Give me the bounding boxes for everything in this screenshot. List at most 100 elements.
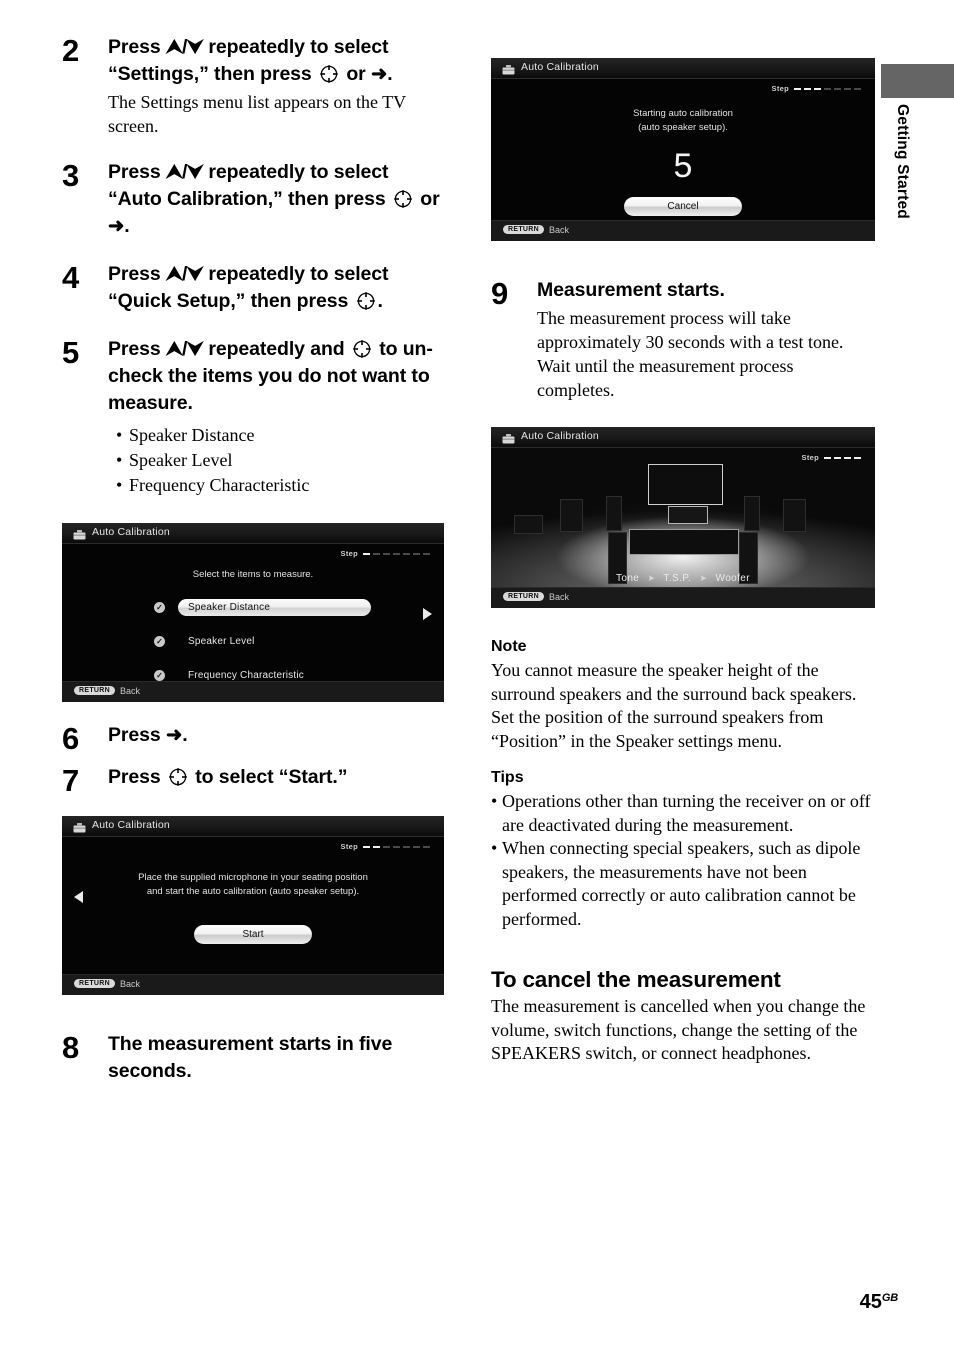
toolbox-icon [73, 527, 86, 540]
return-key-label: Back [120, 979, 141, 989]
screen-message-line1: Starting auto calibration [633, 108, 733, 119]
step-6-number: 6 [62, 721, 79, 756]
return-key-badge[interactable]: RETURN [74, 686, 115, 695]
step-7-text-c: to select “Start.” [189, 766, 348, 788]
illustration-speaker-back-left [560, 499, 584, 533]
back-arrow-icon[interactable] [74, 891, 83, 903]
screen-message: Place the supplied microphone in your se… [62, 871, 444, 899]
step-progress-indicator: Step [341, 549, 430, 558]
step-8-body: The measurement starts in five seconds. [108, 1031, 444, 1085]
screen-start-calibration: Auto Calibration Step Place the supplied… [62, 816, 444, 995]
illustration-receiver [667, 506, 709, 524]
toolbox-icon [502, 431, 515, 444]
note-heading: Note [491, 638, 527, 655]
screen-titlebar: Auto Calibration [62, 816, 444, 837]
list-item: Operations other than turning the receiv… [491, 790, 875, 837]
note-body: You cannot measure the speaker height of… [491, 660, 857, 751]
step-6-text-d: . [182, 724, 188, 746]
step-7-title: Press to select “Start.” [108, 764, 444, 791]
check-icon[interactable]: ✓ [154, 636, 165, 647]
screen-title: Auto Calibration [92, 526, 170, 538]
screen-title: Auto Calibration [92, 819, 170, 831]
screen-message-line1: Place the supplied microphone in your se… [138, 872, 368, 883]
left-column: 2 Press ⮝/⮟ repeatedly to select “Settin… [62, 34, 444, 1090]
tone-step-1: Tone [615, 573, 640, 584]
screen-message: Starting auto calibration (auto speaker … [491, 107, 875, 135]
step-5-title: Press ⮝/⮟ repeatedly and to un-check the… [108, 336, 444, 417]
updown-arrows-icon: ⮝/⮟ [165, 338, 204, 360]
return-key-label: Back [549, 592, 570, 602]
sequence-arrow-icon: ➤ [647, 573, 656, 583]
right-column: Auto Calibration Step Starting auto cali… [491, 58, 875, 1066]
option-speaker-level[interactable]: ✓ Speaker Level [154, 630, 444, 654]
step-3-body: Press ⮝/⮟ repeatedly to select “Auto Cal… [108, 159, 444, 240]
list-item: Frequency Characteristic [116, 473, 444, 498]
illustration-speaker-surr-right [744, 496, 761, 531]
step-2-text-a: Press [108, 36, 166, 58]
updown-arrows-icon: ⮝/⮟ [165, 263, 204, 285]
check-icon[interactable]: ✓ [154, 602, 165, 613]
toolbox-icon [502, 62, 515, 75]
tone-step-2: T.S.P. [663, 573, 692, 584]
cancel-button[interactable]: Cancel [624, 197, 742, 216]
return-key-badge[interactable]: RETURN [74, 979, 115, 988]
updown-arrows-icon: ⮝/⮟ [165, 161, 204, 183]
tips-heading: Tips [491, 769, 524, 786]
screen-footer: RETURN Back [62, 974, 444, 995]
step-progress-label: Step [801, 453, 819, 462]
step-4-number: 4 [62, 260, 79, 295]
return-key-badge[interactable]: RETURN [503, 225, 544, 234]
step-7-number: 7 [62, 763, 79, 798]
step-4: 4 Press ⮝/⮟ repeatedly to select “Quick … [62, 261, 444, 315]
enter-button-icon [352, 339, 372, 359]
screen-measuring-room: Auto Calibration Step Tone ➤ T.S.P. ➤ Wo… [491, 427, 875, 608]
sequence-arrow-icon: ➤ [699, 573, 708, 583]
step-6: 6 Press ➜. [62, 722, 444, 755]
enter-button-icon [393, 189, 413, 209]
tips-block: Tips Operations other than turning the r… [491, 769, 875, 931]
screen-select-items: Auto Calibration Step Select the items t… [62, 523, 444, 702]
step-9-body: Measurement starts. The measurement proc… [537, 277, 875, 402]
toolbox-icon [73, 820, 86, 833]
return-key-badge[interactable]: RETURN [503, 592, 544, 601]
measure-items-list: Speaker Distance Speaker Level Frequency… [108, 423, 444, 498]
step-2-text-d: . [387, 63, 393, 85]
step-7: 7 Press to select “Start.” [62, 764, 444, 797]
screen-titlebar: Auto Calibration [491, 58, 875, 79]
cancel-measurement-block: To cancel the measurement The measuremen… [491, 967, 875, 1066]
screen-message-line2: (auto speaker setup). [638, 122, 728, 133]
start-button[interactable]: Start [194, 925, 312, 944]
right-arrow-icon: ➜ [165, 724, 183, 746]
screen-message: Select the items to measure. [192, 569, 314, 580]
screen-footer: RETURN Back [491, 587, 875, 608]
step-2-title: Press ⮝/⮟ repeatedly to select “Settings… [108, 34, 444, 88]
step-4-title: Press ⮝/⮟ repeatedly to select “Quick Se… [108, 261, 444, 315]
step-5-body: Press ⮝/⮟ repeatedly and to un-check the… [108, 336, 444, 498]
step-8-number: 8 [62, 1030, 79, 1065]
next-arrow-icon[interactable] [423, 608, 432, 620]
screen-footer: RETURN Back [491, 220, 875, 241]
tips-list: Operations other than turning the receiv… [491, 790, 875, 931]
option-speaker-distance[interactable]: ✓ Speaker Distance [154, 596, 444, 620]
illustration-cabinet [629, 528, 739, 555]
step-progress-indicator: Step [802, 453, 861, 462]
step-7-body: Press to select “Start.” [108, 764, 444, 791]
option-label: Speaker Level [188, 636, 255, 647]
screen-title: Auto Calibration [521, 430, 599, 442]
option-label: Speaker Distance [178, 599, 371, 616]
screen-titlebar: Auto Calibration [491, 427, 875, 448]
measure-option-list: ✓ Speaker Distance ✓ Speaker Level ✓ Fre… [62, 596, 444, 688]
list-item: When connecting special speakers, such a… [491, 837, 875, 931]
page-number-suffix: GB [881, 1292, 898, 1304]
enter-button-icon [356, 291, 376, 311]
illustration-speaker-sub-left [514, 514, 543, 534]
step-2-body: Press ⮝/⮟ repeatedly to select “Settings… [108, 34, 444, 138]
step-progress-label: Step [771, 84, 789, 93]
step-progress-label: Step [340, 549, 358, 558]
tone-sequence-indicator: Tone ➤ T.S.P. ➤ Woofer [491, 573, 875, 584]
step-3: 3 Press ⮝/⮟ repeatedly to select “Auto C… [62, 159, 444, 240]
step-3-title: Press ⮝/⮟ repeatedly to select “Auto Cal… [108, 159, 444, 240]
check-icon[interactable]: ✓ [154, 670, 165, 681]
page-number-value: 45 [859, 1291, 882, 1313]
step-3-text-c: or [414, 188, 440, 210]
